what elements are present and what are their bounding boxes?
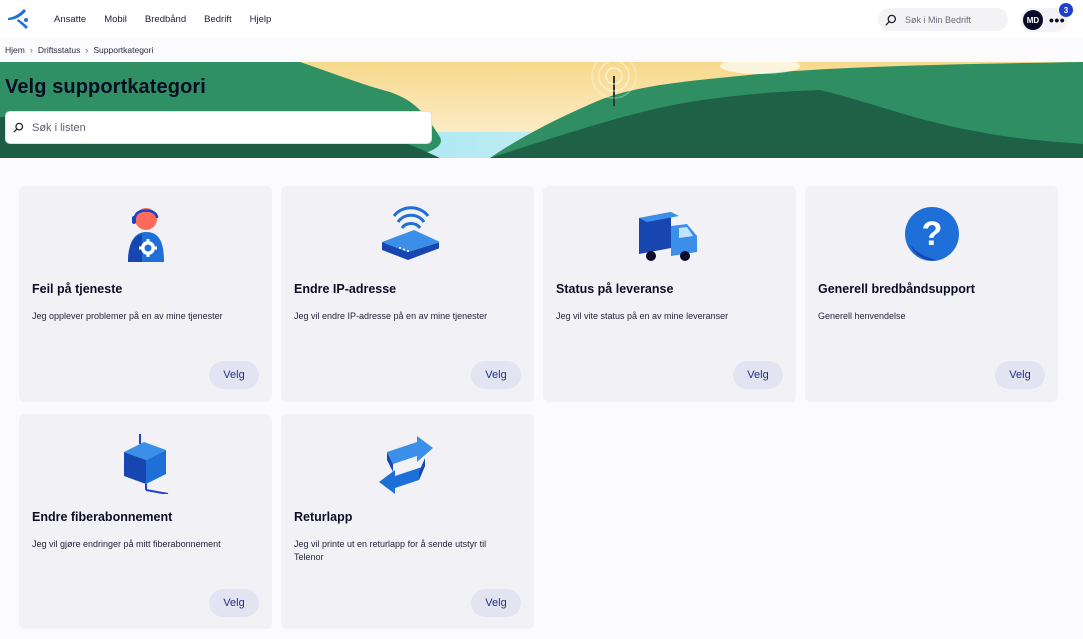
global-search-placeholder: Søk i Min Bedrift [905,14,972,25]
router-icon [382,206,439,260]
card-title: Feil på tjeneste [32,282,123,296]
breadcrumb: Hjem › Driftsstatus › Supportkategori [5,40,153,60]
category-card-feil-pa-tjeneste[interactable]: Feil på tjeneste Jeg opplever problemer … [19,186,272,402]
main-menu: Ansatte Mobil Bredbånd Bedrift Hjelp [54,0,289,38]
list-search-input[interactable] [32,121,412,134]
velg-button[interactable]: Velg [209,589,259,617]
category-card-returlapp[interactable]: Returlapp Jeg vil printe ut en returlapp… [281,414,534,629]
page-title: Velg supportkategori [5,76,206,98]
avatar[interactable]: MD [1023,10,1043,30]
notification-badge[interactable]: 3 [1059,3,1073,17]
chevron-right-icon: › [29,45,33,55]
delivery-truck-icon [639,212,697,261]
nav-link-bredband[interactable]: Bredbånd [145,14,186,25]
search-icon [885,14,897,25]
category-card-generell-bredbandsupport[interactable]: ? Generell bredbåndsupport Generell henv… [805,186,1058,402]
support-agent-icon [128,208,164,262]
search-icon [13,122,24,133]
velg-button[interactable]: Velg [209,361,259,389]
global-search[interactable]: Søk i Min Bedrift [878,8,1008,31]
card-title: Returlapp [294,510,353,524]
breadcrumb-item-driftsstatus[interactable]: Driftsstatus [38,45,81,55]
velg-button[interactable]: Velg [471,361,521,389]
question-mark-icon: ? [905,207,959,261]
nav-link-bedrift[interactable]: Bedrift [204,14,231,25]
card-description: Jeg vil gjøre endringer på mitt fiberabo… [32,539,221,549]
velg-button[interactable]: Velg [733,361,783,389]
velg-button[interactable]: Velg [995,361,1045,389]
category-card-endre-ip-adresse[interactable]: Endre IP-adresse Jeg vil endre IP-adress… [281,186,534,402]
card-title: Generell bredbåndsupport [818,282,975,296]
chevron-right-icon: › [85,45,89,55]
card-description: Generell henvendelse [818,311,906,321]
card-description: Jeg vil vite status på en av mine levera… [556,311,729,321]
telenor-logo-icon[interactable] [6,8,32,30]
card-title: Endre fiberabonnement [32,510,173,524]
nav-link-ansatte[interactable]: Ansatte [54,14,86,25]
card-title: Endre IP-adresse [294,282,397,296]
breadcrumb-item-hjem[interactable]: Hjem [5,45,25,55]
nav-link-mobil[interactable]: Mobil [104,14,127,25]
top-navigation: Ansatte Mobil Bredbånd Bedrift Hjelp Søk… [0,0,1083,38]
nav-link-hjelp[interactable]: Hjelp [250,14,272,25]
card-description: Jeg vil endre IP-adresse på en av mine t… [294,311,488,321]
svg-text:?: ? [922,215,943,253]
house-fiber-icon [124,434,169,494]
breadcrumb-item-current: Supportkategori [93,45,154,55]
card-title: Status på leveranse [556,282,674,296]
list-search[interactable] [5,111,432,144]
velg-button[interactable]: Velg [471,589,521,617]
return-arrows-icon [379,436,433,494]
category-card-endre-fiberabonnement[interactable]: Endre fiberabonnement Jeg vil gjøre endr… [19,414,272,629]
card-description: Jeg vil printe ut en returlapp for å sen… [294,539,487,562]
card-description: Jeg opplever problemer på en av mine tje… [32,311,223,321]
category-card-status-pa-leveranse[interactable]: Status på leveranse Jeg vil vite status … [543,186,796,402]
